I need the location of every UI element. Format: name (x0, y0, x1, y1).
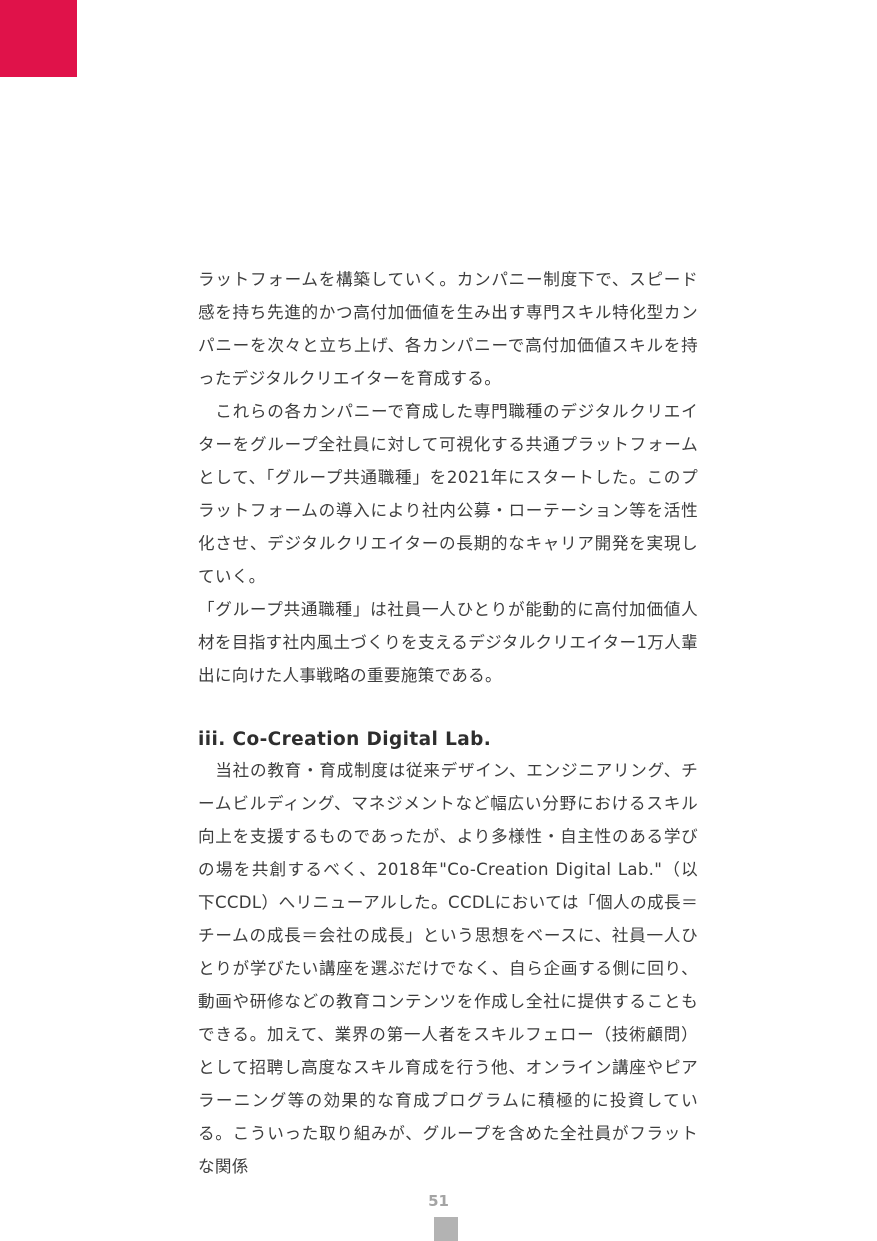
document-body: ラットフォームを構築していく。カンパニー制度下で、スピード感を持ち先進的かつ高付… (198, 263, 698, 1183)
corner-accent-block (0, 0, 77, 77)
page-tab-marker (434, 1217, 458, 1241)
page-number: 51 (428, 1192, 449, 1210)
section-paragraph: 当社の教育・育成制度は従来デザイン、エンジニアリング、チームビルディング、マネジ… (198, 761, 698, 1176)
body-paragraph: ラットフォームを構築していく。カンパニー制度下で、スピード感を持ち先進的かつ高付… (198, 270, 698, 388)
body-paragraph: これらの各カンパニーで育成した専門職種のデジタルクリエイターをグループ全社員に対… (198, 402, 698, 586)
body-paragraph: 「グループ共通職種」は社員一人ひとりが能動的に高付加価値人材を目指す社内風土づく… (198, 600, 698, 685)
section-heading: iii. Co-Creation Digital Lab. (198, 729, 492, 750)
